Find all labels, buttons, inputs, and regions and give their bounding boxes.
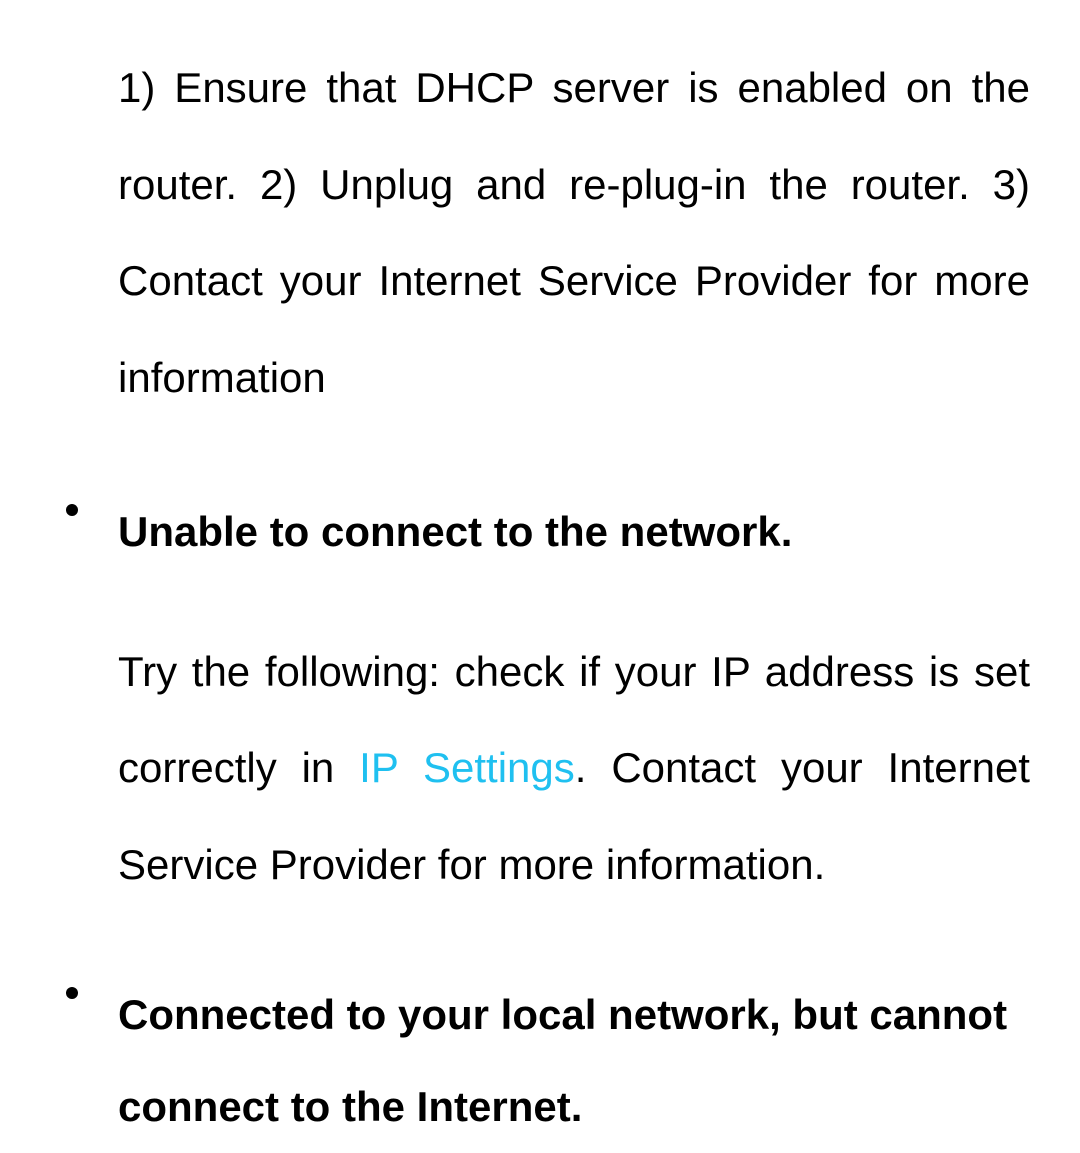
list-item-connected-local: Connected to your local network, but can… (118, 969, 1030, 1153)
content-container: 1) Ensure that DHCP server is enabled on… (50, 40, 1030, 1153)
list-item-unable-to-connect: Unable to connect to the network. Try th… (118, 486, 1030, 913)
intro-paragraph: 1) Ensure that DHCP server is enabled on… (118, 40, 1030, 426)
ip-settings-link[interactable]: IP Settings (359, 744, 575, 791)
bullet-icon (66, 987, 78, 999)
bullet-icon (66, 504, 78, 516)
heading-unable-to-connect: Unable to connect to the network. (118, 486, 1030, 578)
heading-connected-local: Connected to your local network, but can… (118, 969, 1030, 1153)
body-unable-to-connect: Try the following: check if your IP addr… (118, 624, 1030, 914)
